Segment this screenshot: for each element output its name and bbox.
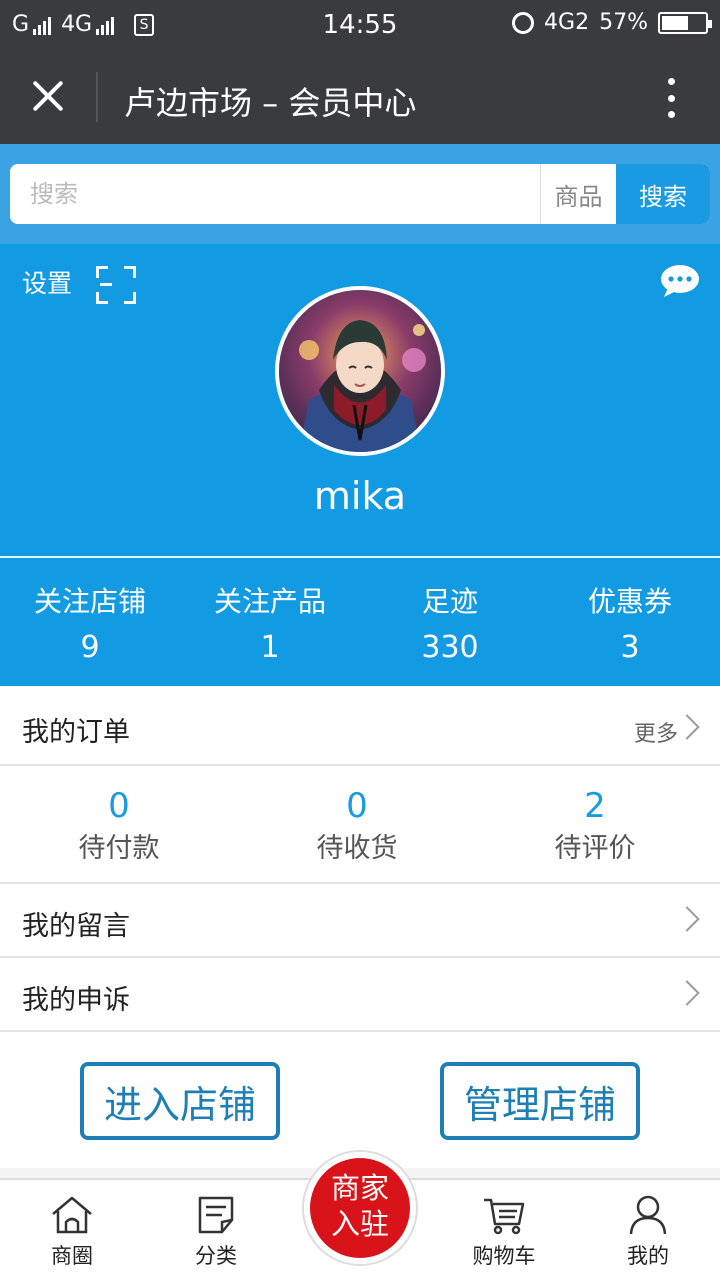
- order-count: 0: [346, 786, 368, 826]
- user-icon: [629, 1195, 667, 1235]
- cart-icon: [484, 1198, 525, 1235]
- menu-item-complaints[interactable]: 我的申诉: [0, 958, 720, 1032]
- home-icon: [52, 1196, 92, 1234]
- nav-item-home[interactable]: 商圈: [22, 1180, 122, 1280]
- merchant-line1: 商家: [330, 1171, 389, 1205]
- category-icon: [198, 1196, 234, 1234]
- message-icon[interactable]: [660, 264, 700, 298]
- order-pending-receipt[interactable]: 0 待收货: [238, 766, 476, 882]
- status-right: 4G2 57%: [512, 10, 712, 35]
- stats-bar: 关注店铺 9 关注产品 1 足迹 330 优惠券 3: [0, 556, 720, 686]
- search-box: 商品 搜索: [10, 164, 710, 224]
- nav-label: 商圈: [51, 1244, 93, 1268]
- stat-value: 1: [260, 630, 280, 665]
- stat-footprints[interactable]: 足迹 330: [360, 558, 540, 686]
- stat-label: 关注产品: [213, 585, 326, 618]
- orders-more-link[interactable]: 更多: [634, 716, 678, 748]
- avatar-image: [279, 290, 441, 452]
- alarm-icon: [512, 11, 535, 34]
- order-label: 待付款: [78, 833, 160, 864]
- merchant-join-label: 商家 入驻: [310, 1158, 410, 1258]
- search-button[interactable]: 搜索: [616, 164, 710, 224]
- nav-item-category[interactable]: 分类: [166, 1180, 266, 1280]
- battery-percent: 57%: [599, 10, 648, 35]
- page-title: 卢边市场 – 会员中心: [124, 84, 417, 122]
- nav-item-cart[interactable]: 购物车: [454, 1180, 554, 1280]
- chevron-right-icon: [674, 714, 700, 740]
- stat-label: 优惠券: [587, 585, 672, 618]
- order-label: 待收货: [316, 833, 398, 864]
- network-right-label: 4G2: [544, 10, 590, 35]
- stat-value: 330: [421, 630, 479, 665]
- enter-shop-button[interactable]: 进入店铺: [80, 1062, 280, 1140]
- order-pending-review[interactable]: 2 待评价: [476, 766, 714, 882]
- chevron-right-icon: [674, 906, 700, 932]
- stat-followed-products[interactable]: 关注产品 1: [180, 558, 360, 686]
- menu-item-messages[interactable]: 我的留言: [0, 884, 720, 958]
- scan-icon[interactable]: [96, 266, 136, 304]
- stat-value: 9: [80, 630, 100, 665]
- menu-item-label: 我的留言: [22, 911, 130, 942]
- merchant-join-button[interactable]: 商家 入驻: [302, 1150, 418, 1266]
- stat-value: 3: [620, 630, 640, 665]
- search-scope-select[interactable]: 商品: [540, 164, 616, 224]
- order-pending-payment[interactable]: 0 待付款: [0, 766, 238, 882]
- stat-followed-shops[interactable]: 关注店铺 9: [0, 558, 180, 686]
- search-band: 商品 搜索: [0, 144, 720, 244]
- merchant-line2: 入驻: [330, 1207, 389, 1241]
- my-orders-title: 我的订单: [22, 717, 130, 748]
- order-status-row: 0 待付款 0 待收货 2 待评价: [0, 766, 720, 884]
- profile-header: 设置 mika: [0, 244, 720, 556]
- battery-icon: [658, 11, 712, 34]
- order-label: 待评价: [554, 833, 636, 864]
- order-count: 2: [584, 786, 606, 826]
- more-menu-icon[interactable]: [666, 78, 676, 118]
- title-bar: 卢边市场 – 会员中心: [0, 52, 720, 144]
- stat-label: 关注店铺: [33, 585, 146, 618]
- nav-label: 分类: [195, 1244, 237, 1268]
- nav-label: 购物车: [472, 1244, 536, 1268]
- status-bar: G 4G S 14:55 4G2 57%: [0, 0, 720, 52]
- title-divider: [96, 72, 98, 122]
- close-icon[interactable]: [26, 74, 70, 118]
- bottom-nav: 商圈 分类 商家 入驻 购物车 我的: [0, 1150, 720, 1280]
- manage-shop-button[interactable]: 管理店铺: [440, 1062, 640, 1140]
- nav-item-me[interactable]: 我的: [598, 1180, 698, 1280]
- menu-item-label: 我的申诉: [22, 985, 130, 1016]
- chevron-right-icon: [674, 980, 700, 1006]
- search-input[interactable]: [10, 164, 540, 224]
- stat-coupons[interactable]: 优惠券 3: [540, 558, 720, 686]
- settings-link[interactable]: 设置: [22, 264, 72, 300]
- nav-label: 我的: [627, 1244, 669, 1268]
- order-count: 0: [108, 786, 130, 826]
- my-orders-row[interactable]: 我的订单 更多: [0, 686, 720, 766]
- shop-buttons-panel: 进入店铺 管理店铺: [0, 1032, 720, 1168]
- stat-label: 足迹: [421, 585, 478, 618]
- username: mika: [313, 474, 407, 518]
- avatar[interactable]: [275, 286, 445, 456]
